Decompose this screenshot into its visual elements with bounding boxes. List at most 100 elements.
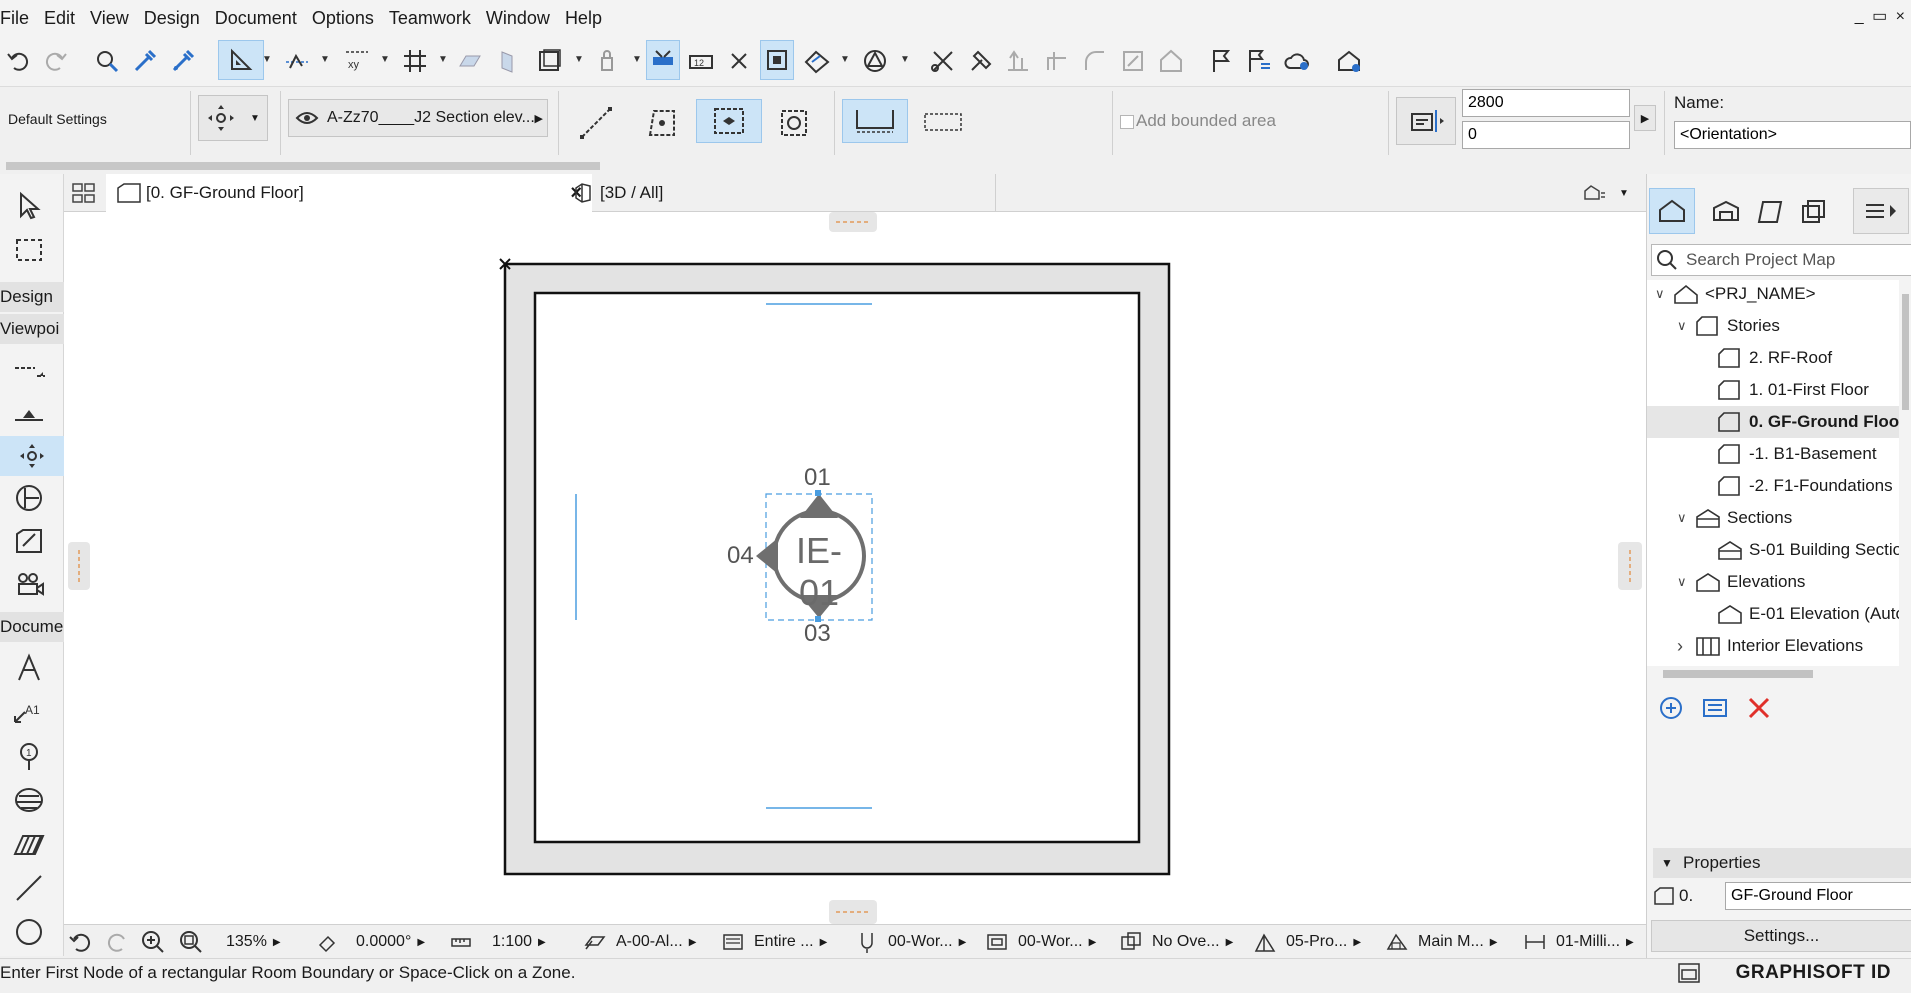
auto-group-icon[interactable] bbox=[760, 40, 794, 80]
geometry-method-dropdown[interactable]: ▼ bbox=[198, 95, 268, 141]
detail-tool-icon[interactable] bbox=[6, 522, 52, 562]
tree-item[interactable]: S-01 Building Section bbox=[1647, 534, 1899, 566]
tree-item[interactable]: ∨ <PRJ_NAME> bbox=[1647, 280, 1899, 310]
trace-icon[interactable] bbox=[646, 40, 680, 80]
favorites-dropdown[interactable]: ▼ bbox=[900, 54, 910, 65]
cloud-icon[interactable] bbox=[1280, 41, 1314, 81]
polygon-method-icon[interactable] bbox=[638, 101, 686, 145]
publisher-sets-tab[interactable] bbox=[1791, 188, 1837, 234]
issue-list-icon[interactable] bbox=[1242, 41, 1276, 81]
guide-lines-icon[interactable] bbox=[218, 40, 264, 80]
zoom-in-icon[interactable] bbox=[140, 925, 166, 959]
line-method-icon[interactable] bbox=[572, 101, 620, 145]
worksheet-tool-icon[interactable] bbox=[6, 478, 52, 518]
tree-item[interactable]: ∨ Elevations bbox=[1647, 566, 1899, 598]
line-tool-icon[interactable] bbox=[6, 868, 52, 908]
story-name-field[interactable] bbox=[1725, 882, 1911, 910]
tree-horizontal-scrollbar[interactable] bbox=[1647, 666, 1911, 682]
roof-icon[interactable] bbox=[1154, 41, 1188, 81]
toolbox-section-document[interactable]: Docume bbox=[0, 612, 64, 642]
interior-elevation-tool-icon[interactable] bbox=[0, 436, 64, 476]
bim-cloud-icon[interactable] bbox=[1332, 41, 1366, 81]
elevate-icon[interactable] bbox=[1002, 41, 1036, 81]
eyedropper-icon[interactable] bbox=[128, 41, 162, 81]
favorites-label[interactable]: Default Settings bbox=[8, 111, 107, 127]
floor-plan-canvas[interactable]: IE-01 01 04 03 bbox=[64, 212, 1646, 924]
layout-icon[interactable] bbox=[532, 41, 566, 81]
tree-vertical-scrollbar[interactable] bbox=[1899, 280, 1911, 666]
guide-lines-dropdown[interactable]: ▼ bbox=[262, 54, 272, 65]
menu-edit[interactable]: Edit bbox=[38, 0, 84, 36]
structural-function-selector[interactable]: 05-Pro... ▶ bbox=[1254, 925, 1361, 959]
properties-header[interactable]: ▼ Properties bbox=[1653, 848, 1911, 878]
tree-item[interactable]: -1. B1-Basement bbox=[1647, 438, 1899, 470]
menu-design[interactable]: Design bbox=[138, 0, 209, 36]
zoom-previous-icon[interactable] bbox=[68, 925, 94, 959]
dimension-selector[interactable]: 01-Milli... ▶ bbox=[1524, 925, 1634, 959]
menu-help[interactable]: Help bbox=[559, 0, 611, 36]
tab-ground-floor[interactable]: [0. GF-Ground Floor] × bbox=[106, 174, 592, 212]
redo-icon[interactable] bbox=[38, 41, 72, 81]
3d-cutting-icon[interactable] bbox=[800, 41, 834, 81]
tree-item[interactable]: E-01 Elevation (Auto- bbox=[1647, 598, 1899, 630]
tab-3d-all[interactable]: [3D / All] bbox=[556, 174, 996, 212]
tree-item[interactable]: › Interior Elevations bbox=[1647, 630, 1899, 662]
snap-guides-dropdown[interactable]: ▼ bbox=[320, 54, 330, 65]
renovation-selector[interactable]: No Ove... ▶ bbox=[1120, 925, 1233, 959]
layer-combo-selector[interactable]: A-00-Al... ▶ bbox=[584, 925, 696, 959]
3d-cutting-dropdown[interactable]: ▼ bbox=[840, 54, 850, 65]
section-tool-icon[interactable] bbox=[6, 350, 52, 390]
rotation-selector[interactable]: 0.0000° ▶ bbox=[316, 925, 425, 959]
offset-field[interactable] bbox=[1462, 121, 1630, 149]
view-map-tab[interactable] bbox=[1703, 188, 1749, 234]
view-options-button[interactable]: ▼ bbox=[1576, 174, 1636, 212]
text-tool-icon[interactable] bbox=[6, 648, 52, 688]
tree-item[interactable]: 2. RF-Roof bbox=[1647, 342, 1899, 374]
height-field[interactable] bbox=[1462, 89, 1630, 117]
project-map-tab[interactable] bbox=[1649, 188, 1695, 234]
delete-icon[interactable] bbox=[1745, 694, 1775, 724]
fillet-icon[interactable] bbox=[1078, 41, 1112, 81]
chevron-down-icon[interactable]: ∨ bbox=[1677, 510, 1687, 526]
scale-selector[interactable]: 1:100 ▶ bbox=[450, 925, 546, 959]
grid-dropdown[interactable]: ▼ bbox=[438, 54, 448, 65]
boundary-type-a-icon[interactable] bbox=[842, 99, 908, 143]
dimension-tool-icon[interactable]: 1 bbox=[6, 736, 52, 776]
flag-icon[interactable] bbox=[1204, 41, 1238, 81]
measure-icon[interactable]: 12 bbox=[684, 41, 718, 81]
height-reference-icon[interactable] bbox=[1396, 97, 1456, 145]
boundary-type-b-icon[interactable] bbox=[914, 101, 972, 145]
chevron-right-icon[interactable]: › bbox=[1677, 636, 1683, 657]
navigator-menu-button[interactable] bbox=[1853, 188, 1909, 234]
zoom-selector[interactable]: 135% ▶ bbox=[178, 925, 281, 959]
pen-set-selector[interactable]: 00-Wor... ▶ bbox=[856, 925, 966, 959]
layout-dropdown[interactable]: ▼ bbox=[574, 54, 584, 65]
graphic-override-selector[interactable]: 00-Wor... ▶ bbox=[986, 925, 1096, 959]
favorites-icon[interactable] bbox=[858, 41, 892, 81]
elevation-tool-icon[interactable] bbox=[6, 392, 52, 432]
camera-tool-icon[interactable] bbox=[6, 566, 52, 606]
marker-selector[interactable]: A-Zz70____J2 Section elev... ▶ bbox=[288, 99, 548, 137]
fill-tool-icon[interactable] bbox=[6, 780, 52, 820]
marquee-tool-icon[interactable] bbox=[6, 230, 52, 270]
adjust-icon[interactable] bbox=[964, 41, 998, 81]
view-settings-icon[interactable] bbox=[1701, 694, 1731, 724]
snap-guides-icon[interactable] bbox=[280, 41, 314, 81]
chevron-down-icon[interactable]: ∨ bbox=[1677, 318, 1687, 334]
suspend-groups-dropdown[interactable]: ▼ bbox=[632, 54, 642, 65]
magic-wand-icon[interactable] bbox=[722, 41, 756, 81]
syringe-icon[interactable] bbox=[166, 41, 200, 81]
zoom-next-icon[interactable] bbox=[104, 925, 130, 959]
xy-snap-icon[interactable]: xy bbox=[340, 41, 374, 81]
edit-plane-icon[interactable] bbox=[490, 41, 524, 81]
grid-icon[interactable] bbox=[398, 41, 432, 81]
name-field[interactable] bbox=[1674, 121, 1911, 149]
hatch-tool-icon[interactable] bbox=[6, 824, 52, 864]
window-layout-icon[interactable] bbox=[1677, 962, 1701, 993]
circle-tool-icon[interactable] bbox=[6, 912, 52, 952]
add-view-icon[interactable] bbox=[1657, 694, 1687, 724]
menu-view[interactable]: View bbox=[84, 0, 138, 36]
menu-file[interactable]: File bbox=[0, 0, 38, 36]
project-map-search[interactable]: Search Project Map bbox=[1651, 244, 1911, 276]
undo-icon[interactable] bbox=[2, 41, 36, 81]
